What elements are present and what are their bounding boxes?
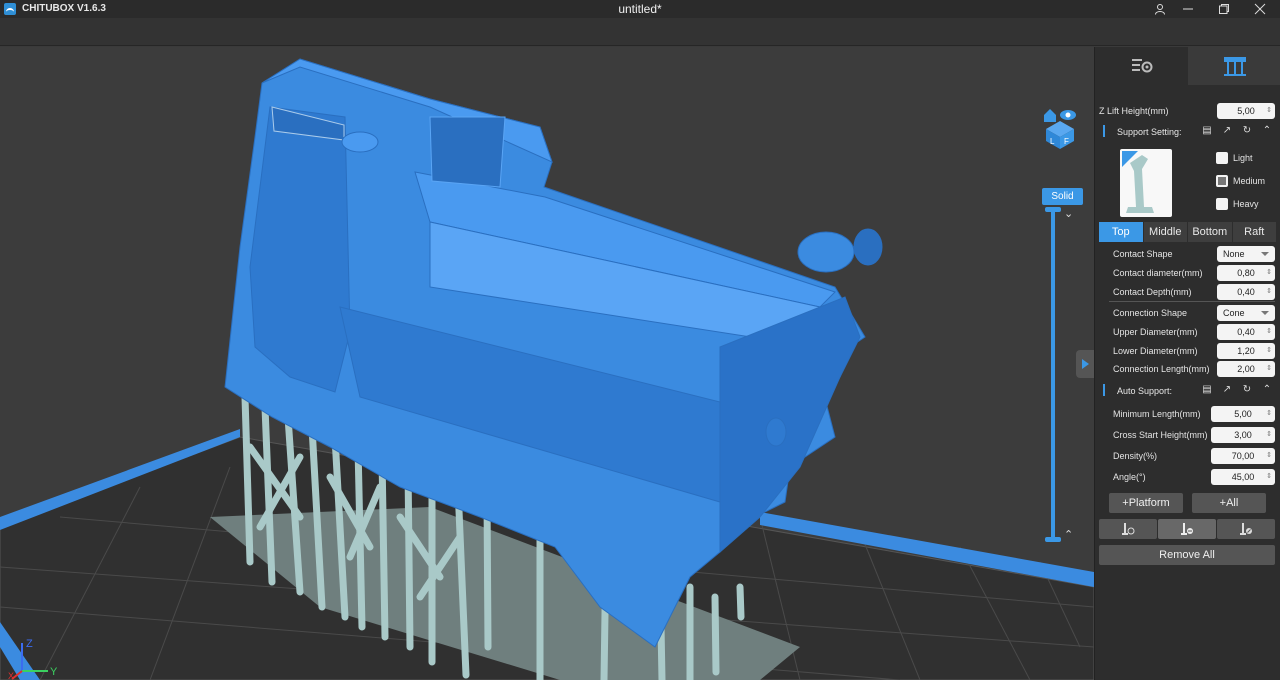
density-row: Density(%) 70,00 xyxy=(1099,447,1277,465)
connection-shape-row: Connection Shape Cone xyxy=(1099,304,1277,322)
panel-collapse-button[interactable] xyxy=(1076,350,1094,378)
contact-shape-select[interactable]: None xyxy=(1217,246,1275,262)
z-lift-label: Z Lift Height(mm) xyxy=(1099,106,1169,116)
add-support-tool-button[interactable] xyxy=(1099,519,1157,539)
contact-depth-row: Contact Depth(mm) 0,40 xyxy=(1099,283,1277,301)
auto-support-header: Auto Support: ▤ ↗ ↻ ⌃ xyxy=(1099,381,1277,401)
support-subtabs: Top Middle Bottom Raft xyxy=(1099,222,1277,242)
add-support-icon xyxy=(1122,523,1135,535)
auto-support-title: Auto Support: xyxy=(1117,386,1173,396)
svg-text:F: F xyxy=(1064,137,1069,146)
tab-middle[interactable]: Middle xyxy=(1143,222,1187,242)
3d-viewport[interactable]: L F Solid Z Y X xyxy=(0,47,1094,680)
tab-raft[interactable]: Raft xyxy=(1232,222,1276,242)
scene-canvas[interactable] xyxy=(0,47,1094,680)
chevron-down-icon[interactable]: ⌄ xyxy=(1064,207,1073,220)
app-logo xyxy=(4,3,16,15)
z-axis-label: Z xyxy=(26,638,33,650)
cross-start-height-input[interactable]: 3,00 xyxy=(1211,427,1275,443)
preset-medium-checkbox[interactable]: Medium xyxy=(1216,173,1276,189)
remove-all-button[interactable]: Remove All xyxy=(1099,545,1275,565)
maximize-icon[interactable] xyxy=(1208,0,1240,18)
minimum-length-row: Minimum Length(mm) 5,00 xyxy=(1099,405,1277,423)
connection-shape-select[interactable]: Cone xyxy=(1217,305,1275,321)
z-lift-row: Z Lift Height(mm) 5,00 xyxy=(1099,102,1277,120)
support-preview-image xyxy=(1120,149,1172,217)
auto-support-section-icon xyxy=(1103,384,1111,396)
connection-length-input[interactable]: 2,00 xyxy=(1217,361,1275,377)
support-section-icon xyxy=(1103,125,1111,137)
upper-diameter-input[interactable]: 0,40 xyxy=(1217,324,1275,340)
remove-support-icon xyxy=(1181,523,1193,535)
edit-support-icon xyxy=(1240,523,1252,535)
support-setting-title: Support Setting: xyxy=(1117,127,1182,137)
contact-shape-row: Contact Shape None xyxy=(1099,245,1277,263)
tab-top[interactable]: Top xyxy=(1099,222,1143,242)
refresh-icon[interactable]: ↻ xyxy=(1241,125,1253,137)
lower-diameter-input[interactable]: 1,20 xyxy=(1217,343,1275,359)
svg-text:L: L xyxy=(1050,137,1055,146)
tab-bottom[interactable]: Bottom xyxy=(1188,222,1232,242)
layer-slider-top-handle[interactable] xyxy=(1045,207,1061,212)
x-axis-label: X xyxy=(8,671,14,680)
contact-diameter-input[interactable]: 0,80 xyxy=(1217,265,1275,281)
connection-length-row: Connection Length(mm) 2,00 xyxy=(1099,360,1277,378)
divider xyxy=(1109,301,1275,302)
upper-diameter-row: Upper Diameter(mm) 0,40 xyxy=(1099,323,1277,341)
checkbox-icon xyxy=(1216,152,1228,164)
tab-support[interactable] xyxy=(1188,47,1280,85)
panel-tabs xyxy=(1095,47,1280,85)
minimize-icon[interactable] xyxy=(1172,0,1204,18)
preset-heavy-checkbox[interactable]: Heavy xyxy=(1216,196,1276,212)
contact-depth-input[interactable]: 0,40 xyxy=(1217,284,1275,300)
import-icon[interactable]: ▤ xyxy=(1201,125,1213,137)
toolbar xyxy=(0,18,1280,46)
checkbox-partial-icon xyxy=(1216,175,1228,187)
layer-slider-bottom-handle[interactable] xyxy=(1045,537,1061,542)
contact-diameter-row: Contact diameter(mm) 0,80 xyxy=(1099,264,1277,282)
title-bar: CHITUBOX V1.6.3 untitled* xyxy=(0,0,1280,18)
add-all-button[interactable]: +All xyxy=(1192,493,1266,513)
angle-input[interactable]: 45,00 xyxy=(1211,469,1275,485)
support-setting-header: Support Setting: ▤ ↗ ↻ ⌃ xyxy=(1099,122,1277,142)
edit-support-tool-button[interactable] xyxy=(1217,519,1275,539)
tab-settings[interactable] xyxy=(1095,47,1188,85)
axis-gizmo: Z Y X xyxy=(8,635,68,680)
add-platform-button[interactable]: +Platform xyxy=(1109,493,1183,513)
cross-start-height-row: Cross Start Height(mm) 3,00 xyxy=(1099,426,1277,444)
refresh-icon[interactable]: ↻ xyxy=(1241,384,1253,396)
preset-light-checkbox[interactable]: Light xyxy=(1216,150,1276,166)
density-input[interactable]: 70,00 xyxy=(1211,448,1275,464)
lower-diameter-row: Lower Diameter(mm) 1,20 xyxy=(1099,342,1277,360)
support-tab-icon xyxy=(1223,57,1246,76)
export-icon[interactable]: ↗ xyxy=(1221,125,1233,137)
settings-list-icon xyxy=(1131,59,1152,73)
z-lift-input[interactable]: 5,00 xyxy=(1217,103,1275,119)
checkbox-icon xyxy=(1216,198,1228,210)
minimum-length-input[interactable]: 5,00 xyxy=(1211,406,1275,422)
support-panel: Z Lift Height(mm) 5,00 Support Setting: … xyxy=(1094,47,1280,680)
export-icon[interactable]: ↗ xyxy=(1221,384,1233,396)
chevron-up-icon[interactable]: ⌃ xyxy=(1261,125,1273,137)
y-axis-label: Y xyxy=(50,666,58,678)
app-name: CHITUBOX V1.6.3 xyxy=(22,3,106,14)
layer-slider-track[interactable] xyxy=(1051,210,1055,542)
import-icon[interactable]: ▤ xyxy=(1201,384,1213,396)
chevron-up-icon[interactable]: ⌃ xyxy=(1261,384,1273,396)
angle-row: Angle(°) 45,00 xyxy=(1099,468,1277,486)
solid-view-button[interactable]: Solid xyxy=(1042,188,1083,205)
close-icon[interactable] xyxy=(1244,0,1276,18)
document-title: untitled* xyxy=(618,2,662,16)
chevron-up-icon[interactable]: ⌃ xyxy=(1064,528,1073,541)
remove-support-tool-button[interactable] xyxy=(1158,519,1216,539)
view-cube-icon[interactable]: L F xyxy=(1040,107,1080,149)
